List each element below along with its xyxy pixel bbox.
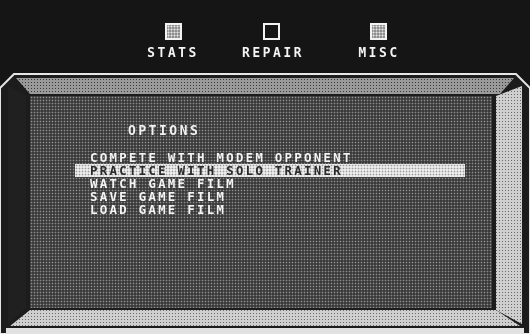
empty-square-icon	[263, 23, 280, 40]
tab-repair[interactable]: REPAIR	[218, 20, 328, 64]
tab-misc[interactable]: MISC	[324, 20, 434, 64]
tab-stats-label: STATS	[147, 46, 199, 61]
game-screen: STATS REPAIR MISC OPTIONS COMPETE WITH M…	[0, 0, 530, 334]
menu-item-load-film[interactable]: LOAD GAME FILM	[86, 203, 465, 216]
tab-stats[interactable]: STATS	[118, 20, 228, 64]
options-menu: COMPETE WITH MODEM OPPONENT PRACTICE WIT…	[75, 151, 465, 216]
dithered-square-icon	[165, 23, 182, 40]
tab-misc-label: MISC	[358, 46, 400, 61]
options-heading: OPTIONS	[128, 124, 201, 139]
tab-repair-label: REPAIR	[242, 46, 304, 61]
dithered-square-icon	[370, 23, 387, 40]
